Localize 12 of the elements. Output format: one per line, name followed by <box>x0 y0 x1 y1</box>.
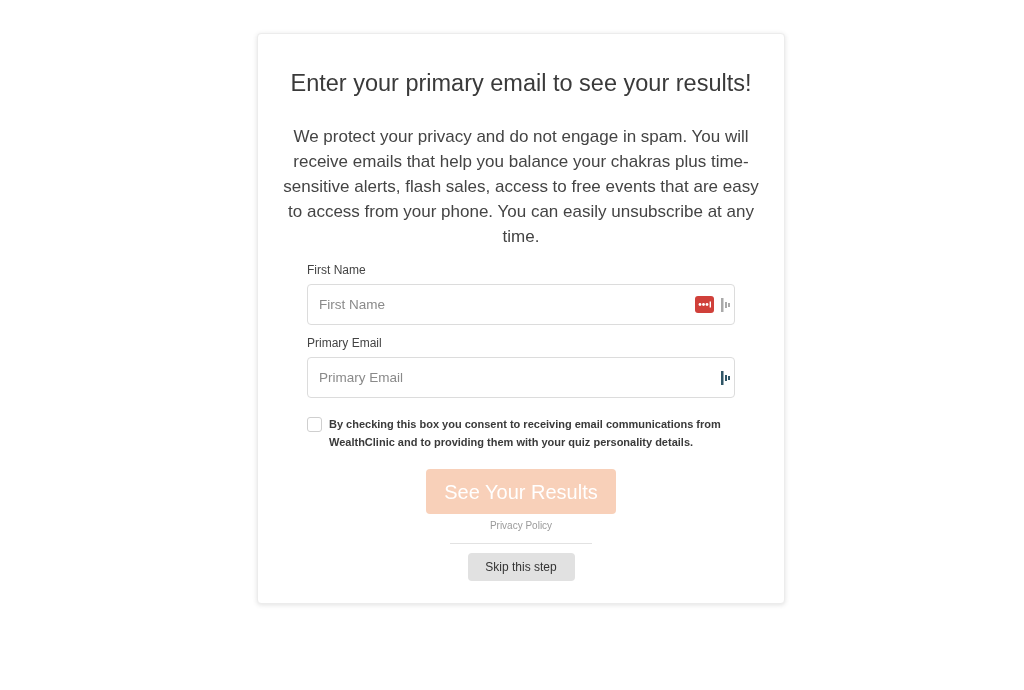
bars-icon[interactable] <box>721 370 730 385</box>
field-label: Primary Email <box>307 335 383 351</box>
field-label: First Name <box>307 262 367 278</box>
consent-checkbox[interactable] <box>307 417 322 432</box>
intro-paragraph: We protect your privacy and do not engage in spam. You will receive emails that help you balance your chakras plus time-sensitive alerts, flash sales, access to free events that are easy to access from your phone. You can easily unsubscribe at any time. <box>282 126 760 248</box>
dots-icon[interactable] <box>695 296 714 313</box>
form-title: Enter your primary email to see your results! <box>290 69 752 98</box>
text-input-field[interactable]: Primary Email <box>307 357 735 398</box>
text-input-field[interactable]: First Name <box>307 284 735 325</box>
privacy-policy-link[interactable]: Privacy Policy <box>489 520 553 532</box>
consent-text: By checking this box you consent to receiving email communications from WealthClinic and to providing them with your quiz personality details. <box>329 417 722 450</box>
skip-step-button[interactable]: Skip this step <box>467 553 575 581</box>
